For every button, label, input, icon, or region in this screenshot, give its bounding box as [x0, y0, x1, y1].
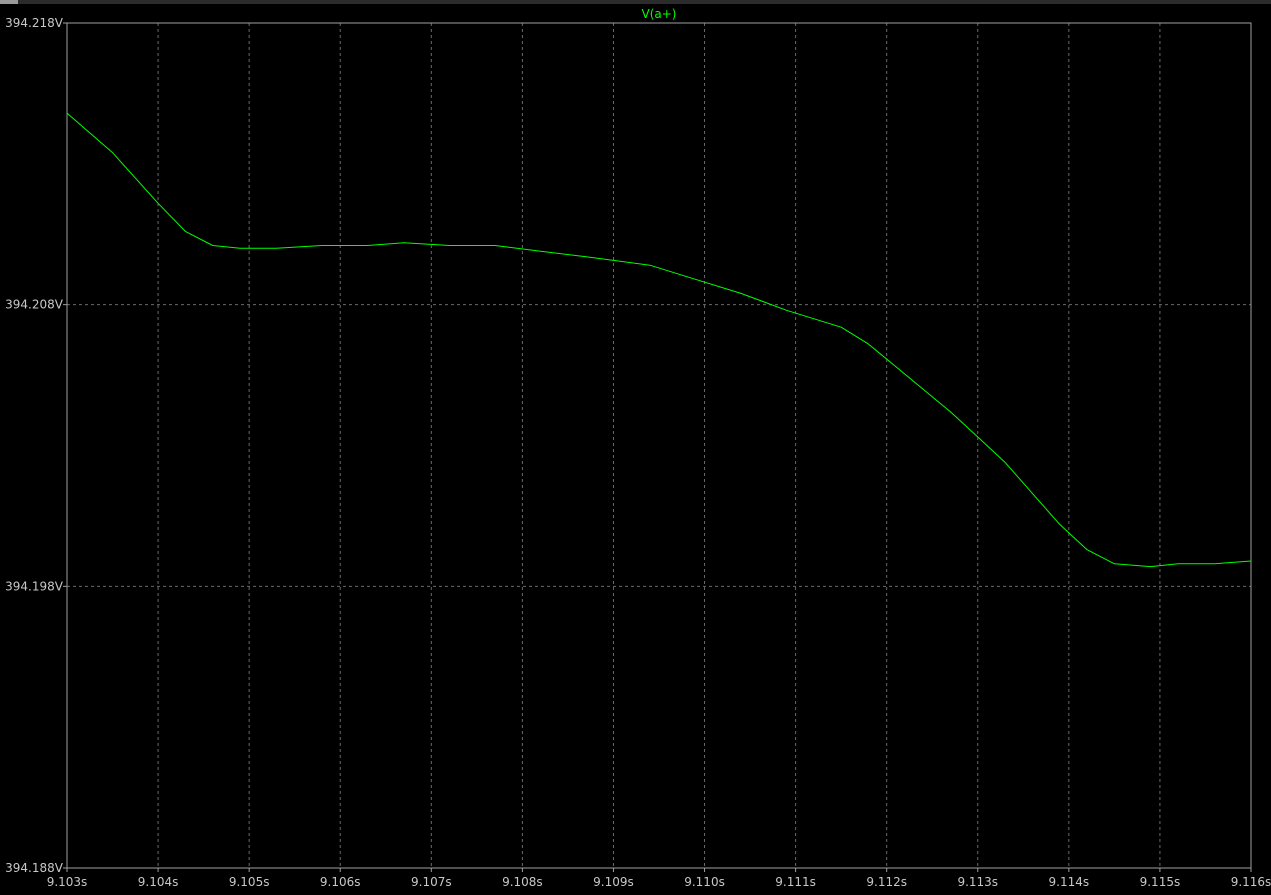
trace-layer: [66, 112, 1252, 568]
x-tick-label: 9.106s: [320, 875, 361, 889]
grid-layer: [63, 22, 1252, 872]
x-tick-label: 9.116s: [1231, 875, 1271, 889]
y-tick-label: 394.208V: [5, 298, 64, 312]
x-tick-label: 9.104s: [138, 875, 179, 889]
trace-name-label[interactable]: V(a+): [642, 7, 677, 21]
x-tick-label: 9.109s: [593, 875, 634, 889]
y-tick-label: 394.218V: [5, 16, 64, 30]
x-tick-label: 9.114s: [1049, 875, 1090, 889]
x-tick-label: 9.103s: [47, 875, 88, 889]
trace-line-v-a-plus: [66, 112, 1252, 568]
x-tick-label: 9.112s: [866, 875, 907, 889]
x-tick-label: 9.110s: [684, 875, 725, 889]
tick-labels: 9.103s 9.104s 9.105s 9.106s 9.107s 9.108s 9.10…: [5, 16, 1271, 889]
x-tick-label: 9.108s: [502, 875, 543, 889]
plot-window: 9.103s 9.104s 9.105s 9.106s 9.107s 9.108s 9.10…: [0, 0, 1271, 895]
waveform-chart[interactable]: 9.103s 9.104s 9.105s 9.106s 9.107s 9.108s 9.10…: [0, 0, 1271, 895]
plot-frame: [66, 22, 1252, 869]
x-tick-label: 9.111s: [775, 875, 816, 889]
x-tick-label: 9.115s: [1140, 875, 1181, 889]
x-tick-label: 9.105s: [229, 875, 270, 889]
x-tick-label: 9.113s: [957, 875, 998, 889]
y-tick-label: 394.188V: [5, 861, 64, 875]
x-tick-label: 9.107s: [411, 875, 452, 889]
y-tick-label: 394.198V: [5, 579, 64, 593]
